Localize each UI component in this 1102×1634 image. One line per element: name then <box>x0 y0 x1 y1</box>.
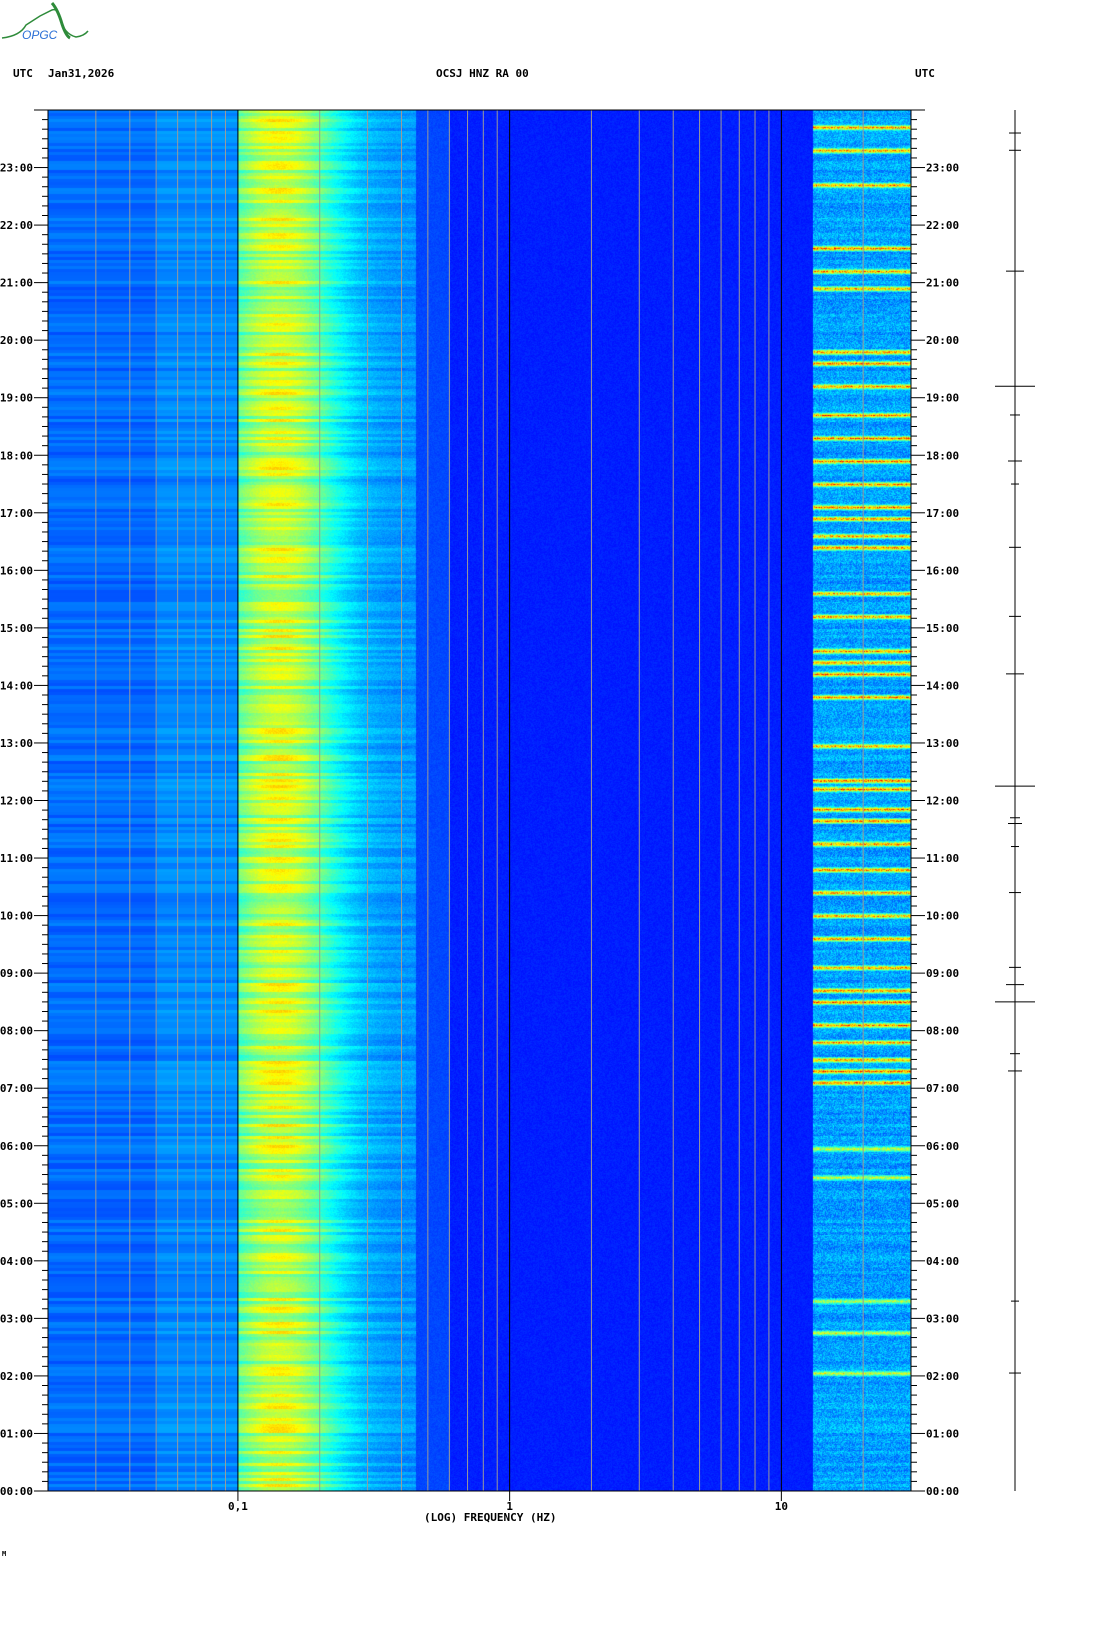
y-tick-label-right: 08:00 <box>926 1025 959 1038</box>
y-tick-label-left: 02:00 <box>0 1370 33 1383</box>
y-tick-label-right: 17:00 <box>926 507 959 520</box>
y-tick-label-left: 00:00 <box>0 1485 33 1498</box>
y-tick-label-left: 17:00 <box>0 507 33 520</box>
y-tick-label-left: 10:00 <box>0 910 33 923</box>
x-tick-label: 0,1 <box>228 1500 248 1513</box>
y-tick-label-right: 03:00 <box>926 1312 959 1325</box>
y-tick-label-right: 13:00 <box>926 737 959 750</box>
y-tick-label-left: 11:00 <box>0 852 33 865</box>
y-tick-label-left: 12:00 <box>0 795 33 808</box>
y-tick-label-left: 03:00 <box>0 1312 33 1325</box>
y-tick-label-left: 04:00 <box>0 1255 33 1268</box>
y-tick-label-right: 04:00 <box>926 1255 959 1268</box>
y-tick-label-right: 16:00 <box>926 564 959 577</box>
y-tick-label-right: 20:00 <box>926 334 959 347</box>
y-tick-label-left: 09:00 <box>0 967 33 980</box>
y-tick-label-right: 23:00 <box>926 162 959 175</box>
y-tick-label-right: 05:00 <box>926 1197 959 1210</box>
y-tick-label-right: 10:00 <box>926 910 959 923</box>
y-tick-label-left: 20:00 <box>0 334 33 347</box>
y-tick-label-right: 18:00 <box>926 449 959 462</box>
y-tick-label-right: 07:00 <box>926 1082 959 1095</box>
y-tick-label-left: 23:00 <box>0 162 33 175</box>
y-tick-label-right: 09:00 <box>926 967 959 980</box>
y-tick-label-right: 19:00 <box>926 392 959 405</box>
y-tick-label-left: 14:00 <box>0 679 33 692</box>
y-tick-label-left: 21:00 <box>0 277 33 290</box>
y-tick-label-right: 06:00 <box>926 1140 959 1153</box>
y-tick-label-right: 21:00 <box>926 277 959 290</box>
y-tick-label-left: 15:00 <box>0 622 33 635</box>
y-tick-label-right: 00:00 <box>926 1485 959 1498</box>
y-tick-label-left: 18:00 <box>0 449 33 462</box>
y-tick-label-left: 22:00 <box>0 219 33 232</box>
y-tick-label-right: 02:00 <box>926 1370 959 1383</box>
y-tick-label-left: 07:00 <box>0 1082 33 1095</box>
chart-axes: 0,1 1 10 00:00 00:00 01:00 01:00 02:00 02:00 03:0… <box>0 109 1035 1513</box>
y-tick-label-left: 06:00 <box>0 1140 33 1153</box>
y-tick-label-right: 12:00 <box>926 795 959 808</box>
y-tick-label-left: 01:00 <box>0 1427 33 1440</box>
y-tick-label-right: 14:00 <box>926 679 959 692</box>
y-tick-label-right: 15:00 <box>926 622 959 635</box>
y-tick-label-left: 08:00 <box>0 1025 33 1038</box>
y-tick-label-left: 05:00 <box>0 1197 33 1210</box>
y-tick-label-left: 19:00 <box>0 392 33 405</box>
y-tick-label-right: 11:00 <box>926 852 959 865</box>
x-tick-label: 1 <box>506 1500 513 1513</box>
y-tick-label-left: 13:00 <box>0 737 33 750</box>
y-tick-label-right: 01:00 <box>926 1427 959 1440</box>
y-tick-label-left: 16:00 <box>0 564 33 577</box>
x-tick-label: 10 <box>775 1500 788 1513</box>
y-tick-label-right: 22:00 <box>926 219 959 232</box>
